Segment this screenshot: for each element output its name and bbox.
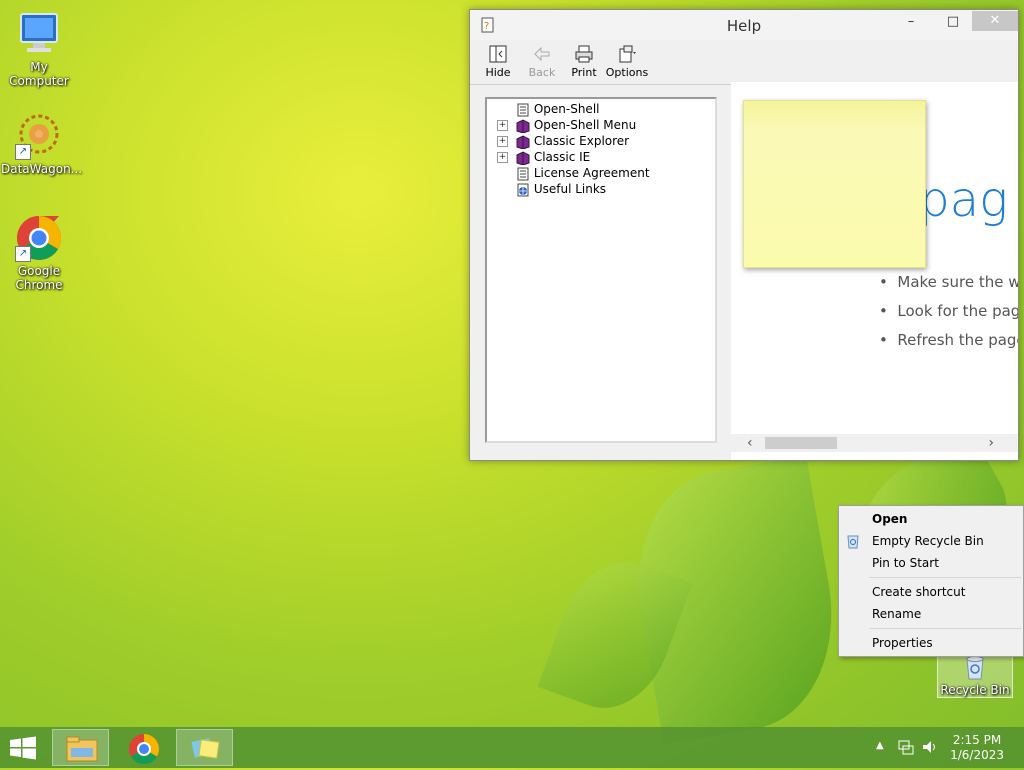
- taskbar-chrome[interactable]: [115, 729, 172, 766]
- back-button[interactable]: Back: [520, 44, 564, 79]
- options-button[interactable]: Options: [605, 44, 649, 79]
- file-explorer-icon: [66, 736, 98, 762]
- hide-label: Hide: [485, 66, 511, 79]
- help-toolbar: Hide Back Print Options: [470, 40, 1018, 85]
- system-clock[interactable]: 2:15 PM 1/6/2023: [950, 733, 1004, 763]
- back-label: Back: [528, 66, 556, 79]
- tree-item-useful-links[interactable]: Useful Links: [497, 181, 606, 197]
- desktop-icon-label: DataWagon...: [1, 162, 83, 176]
- globe-page-icon: [516, 183, 530, 197]
- tree-item-license-agreement[interactable]: License Agreement: [497, 165, 650, 181]
- chrome-icon: [129, 734, 159, 765]
- book-icon: [516, 150, 530, 166]
- desktop-icon-label: Recycle Bin: [940, 683, 1010, 697]
- menu-item-create-shortcut[interactable]: Create shortcut: [872, 585, 965, 599]
- datawagon-icon: ↗: [15, 112, 63, 160]
- tree-item-classic-ie[interactable]: + Classic IE: [497, 149, 591, 166]
- tree-item-label: Open-Shell: [533, 102, 600, 116]
- chrome-icon: ↗: [15, 214, 63, 262]
- window-title: Help: [726, 17, 762, 35]
- shortcut-arrow-icon: ↗: [15, 246, 31, 262]
- page-icon: [516, 103, 530, 117]
- expand-icon[interactable]: +: [497, 120, 508, 131]
- options-icon: [605, 44, 649, 64]
- menu-separator: [869, 628, 1021, 629]
- print-label: Print: [571, 66, 597, 79]
- taskbar: ▲ 2:15 PM 1/6/2023: [0, 727, 1024, 768]
- tree-item-open-shell[interactable]: Open-Shell: [497, 101, 599, 117]
- scroll-right-icon[interactable]: ›: [988, 434, 994, 452]
- help-titlebar[interactable]: ? Help – □ ✕: [470, 10, 1018, 40]
- tree-item-label: Useful Links: [533, 182, 607, 196]
- sticky-notes-icon: [191, 738, 220, 759]
- hide-button[interactable]: Hide: [476, 44, 520, 79]
- start-button[interactable]: [9, 736, 37, 760]
- menu-item-properties[interactable]: Properties: [872, 636, 933, 650]
- scrollbar-thumb[interactable]: [765, 437, 837, 449]
- volume-icon[interactable]: [921, 738, 939, 759]
- tree-item-label: Classic IE: [533, 150, 591, 164]
- tree-item-classic-explorer[interactable]: + Classic Explorer: [497, 133, 630, 150]
- tree-item-label: License Agreement: [533, 166, 650, 180]
- desktop-icon-datawagon[interactable]: ↗ DataWagon...: [1, 112, 82, 176]
- clock-date: 1/6/2023: [950, 748, 1004, 762]
- close-button[interactable]: ✕: [972, 11, 1018, 31]
- desktop-icon-label: My Computer: [9, 60, 69, 88]
- sticky-note[interactable]: [743, 100, 926, 268]
- options-label: Options: [605, 66, 649, 79]
- book-icon: [516, 134, 530, 150]
- shield-icon: [845, 533, 861, 552]
- back-arrow-icon: [520, 44, 564, 64]
- hide-icon: [476, 44, 520, 64]
- tree-item-label: Open-Shell Menu: [533, 118, 637, 132]
- taskbar-file-explorer[interactable]: [52, 729, 109, 766]
- print-button[interactable]: Print: [562, 44, 606, 79]
- clock-time: 2:15 PM: [952, 733, 1002, 747]
- network-icon[interactable]: [897, 738, 915, 759]
- bullet-item: • Make sure the wel: [879, 273, 1018, 291]
- menu-item-empty-recycle-bin[interactable]: Empty Recycle Bin: [872, 534, 984, 548]
- menu-item-pin-to-start[interactable]: Pin to Start: [872, 556, 939, 570]
- bullet-item: • Look for the page: [879, 302, 1018, 320]
- windows-logo-icon: [10, 736, 36, 760]
- show-hidden-icons-button[interactable]: ▲: [876, 740, 884, 751]
- computer-icon: [15, 10, 63, 58]
- tree-item-label: Classic Explorer: [533, 134, 630, 148]
- expand-icon[interactable]: +: [497, 152, 508, 163]
- bullet-item: • Refresh the page i: [879, 331, 1018, 349]
- menu-separator: [869, 577, 1021, 578]
- contents-tree[interactable]: Open-Shell + Open-Shell Menu + Classic E…: [485, 97, 717, 443]
- desktop-icon-google-chrome[interactable]: ↗ Google Chrome: [1, 214, 77, 292]
- desktop-icon-label: Google Chrome: [15, 264, 63, 292]
- maximize-button[interactable]: □: [938, 12, 968, 32]
- tree-item-open-shell-menu[interactable]: + Open-Shell Menu: [497, 117, 637, 134]
- shortcut-arrow-icon: ↗: [15, 144, 31, 160]
- menu-item-open[interactable]: Open: [872, 512, 907, 526]
- scroll-left-icon[interactable]: ‹: [747, 434, 753, 452]
- taskbar-sticky-notes[interactable]: [176, 729, 233, 766]
- minimize-button[interactable]: –: [896, 12, 926, 32]
- horizontal-scrollbar[interactable]: ‹ ›: [731, 434, 1018, 452]
- printer-icon: [562, 44, 606, 64]
- desktop-icon-my-computer[interactable]: My Computer: [1, 10, 77, 88]
- menu-item-rename[interactable]: Rename: [872, 607, 921, 621]
- book-icon: [516, 118, 530, 134]
- expand-icon[interactable]: +: [497, 136, 508, 147]
- page-icon: [516, 167, 530, 181]
- recycle-bin-context-menu: Open Empty Recycle Bin Pin to Start Crea…: [838, 505, 1024, 657]
